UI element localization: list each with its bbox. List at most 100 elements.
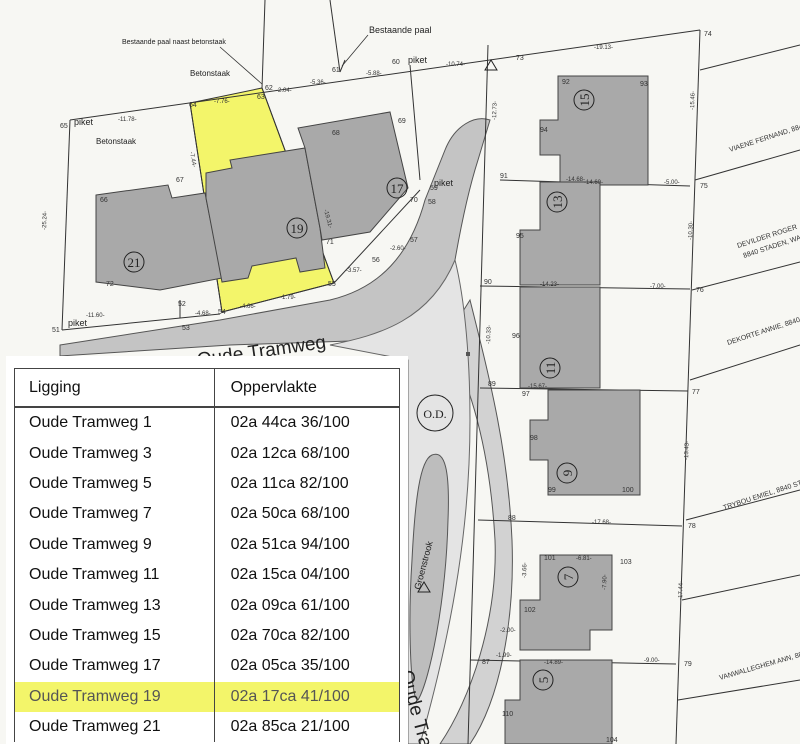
point-number: 60 <box>392 59 400 66</box>
building-5 <box>504 659 613 744</box>
point-number: 57 <box>410 237 418 244</box>
header-location: Ligging <box>14 368 215 408</box>
cell-area: 02a 11ca 82/100 <box>213 468 401 500</box>
owner-label: VIAENE FERNAND, 8840 <box>728 122 800 154</box>
dimension-label: -15.46- <box>690 91 697 110</box>
point-number: 96 <box>512 333 520 340</box>
dimension-label: -15.67- <box>528 384 547 390</box>
cell-area: 02a 12ca 68/100 <box>213 438 401 469</box>
cell-area: 02a 85ca 21/100 <box>213 711 401 743</box>
table-row: Oude Tramweg 13 02a 09ca 61/100 <box>14 590 401 621</box>
dimension-label: -14.68- <box>566 177 585 183</box>
table-row: Oude Tramweg 17 02a 05ca 35/100 <box>14 651 401 682</box>
point-number: 100 <box>622 487 634 494</box>
point-number: 62 <box>265 85 273 92</box>
point-number: 56 <box>372 257 380 264</box>
callout-concrete-post: Betonstaak <box>190 69 231 78</box>
table-row: Oude Tramweg 21 02a 85ca 21/100 <box>14 711 401 743</box>
cell-area-text: 02a 17ca 41/100 <box>230 687 350 705</box>
point-number: 104 <box>606 737 618 744</box>
cell-area: 02a 15ca 04/100 <box>213 559 401 591</box>
cell-location: Oude Tramweg 17 <box>14 651 215 682</box>
point-number: 94 <box>540 127 548 134</box>
callout-leader <box>341 34 369 67</box>
cell-location: Oude Tramweg 13 <box>14 590 215 621</box>
point-number: 51 <box>52 327 60 334</box>
point-number: 74 <box>704 31 712 38</box>
dimension-label: -17.68- <box>592 520 611 526</box>
point-number: 52 <box>178 301 186 308</box>
point-number: 101 <box>544 555 556 562</box>
dimension-label: -7.90- <box>602 574 609 590</box>
point-number: 67 <box>176 177 184 184</box>
cell-location: Oude Tramweg 5 <box>14 468 215 500</box>
dimension-label: -14.60- <box>584 180 603 186</box>
header-area: Oppervlakte <box>213 368 401 408</box>
callout-leader <box>219 46 263 85</box>
stake-label: piket <box>68 318 88 328</box>
dimension-label: -4.66- <box>240 304 256 310</box>
point-number: 64 <box>189 102 197 109</box>
cell-location-text: Oude Tramweg 19 <box>29 687 161 705</box>
building-7 <box>519 554 613 651</box>
point-number: 89 <box>488 381 496 388</box>
callout-concrete-post-2: Betonstaak <box>96 137 137 146</box>
survey-point-marker <box>466 352 470 356</box>
point-number: 61 <box>332 67 340 74</box>
point-number: 59 <box>430 185 438 192</box>
point-number: 95 <box>516 233 524 240</box>
point-number: 77 <box>692 389 700 396</box>
owner-label: DEKORTE ANNIE, 8840 S <box>726 315 800 347</box>
area-table: Ligging Oppervlakte Oude Tramweg 1 02a 44… <box>14 368 401 743</box>
owner-label: TRYBOU EMIEL, 8840 STA <box>722 478 800 511</box>
table-row-highlighted: Oude Tramweg 19 02a 17ca 41/100 <box>14 681 401 712</box>
dimension-label: -2.04- <box>276 88 292 94</box>
house-number-21: 21 <box>128 255 141 270</box>
table-row: Oude Tramweg 11 02a 15ca 04/100 <box>14 559 401 591</box>
dimension-label: -11.78- <box>118 117 137 123</box>
building-11 <box>519 286 601 389</box>
point-number: 92 <box>562 79 570 86</box>
callout-existing-pole-near-concrete: Bestaande paal naast betonstaak <box>122 39 226 46</box>
house-number-13: 13 <box>550 196 565 209</box>
point-number: 93 <box>640 81 648 88</box>
point-number: 66 <box>100 197 108 204</box>
dimension-label: -11.60- <box>86 313 105 319</box>
dimension-label: -2.00- <box>500 628 516 634</box>
point-number: 91 <box>500 173 508 180</box>
point-number: 87 <box>482 659 490 666</box>
table-row: Oude Tramweg 9 02a 51ca 94/100 <box>14 529 401 560</box>
house-number-7: 7 <box>561 573 576 580</box>
point-number: 103 <box>620 559 632 566</box>
dimension-label: -13.43- <box>684 441 691 460</box>
dimension-label: -5.00- <box>664 180 680 186</box>
dimension-label: -3.66- <box>522 562 529 578</box>
cell-location: Oude Tramweg 15 <box>14 620 215 652</box>
table-header-row: Ligging Oppervlakte <box>14 368 401 408</box>
point-number: 99 <box>548 487 556 494</box>
dimension-label: -14.23- <box>540 282 559 288</box>
owner-label: VANWALLEGHEM ANN, 88 <box>719 651 800 682</box>
dimension-label: -2.60- <box>390 246 406 252</box>
point-number: 69 <box>398 118 406 125</box>
cell-location: Oude Tramweg 3 <box>14 438 215 469</box>
dimension-label: -17.44- <box>678 581 685 600</box>
dimension-label: -14.89- <box>544 660 563 666</box>
point-number: 98 <box>530 435 538 442</box>
cell-location: Oude Tramweg 19 <box>14 681 215 712</box>
dimension-label: -3.57- <box>346 268 362 274</box>
point-number: 54 <box>218 309 226 316</box>
point-number: 53 <box>182 325 190 332</box>
house-number-11: 11 <box>543 362 558 375</box>
point-number: 102 <box>524 607 536 614</box>
od-label: O.D. <box>423 407 446 421</box>
table-row: Oude Tramweg 3 02a 12ca 68/100 <box>14 438 401 469</box>
point-number: 78 <box>688 523 696 530</box>
house-number-19: 19 <box>291 221 304 236</box>
survey-triangle-icon <box>484 59 498 71</box>
point-number: 90 <box>484 279 492 286</box>
point-number: 55 <box>328 281 336 288</box>
point-number: 110 <box>502 711 513 718</box>
stake-label: piket <box>74 117 94 127</box>
cell-location: Oude Tramweg 7 <box>14 499 215 530</box>
